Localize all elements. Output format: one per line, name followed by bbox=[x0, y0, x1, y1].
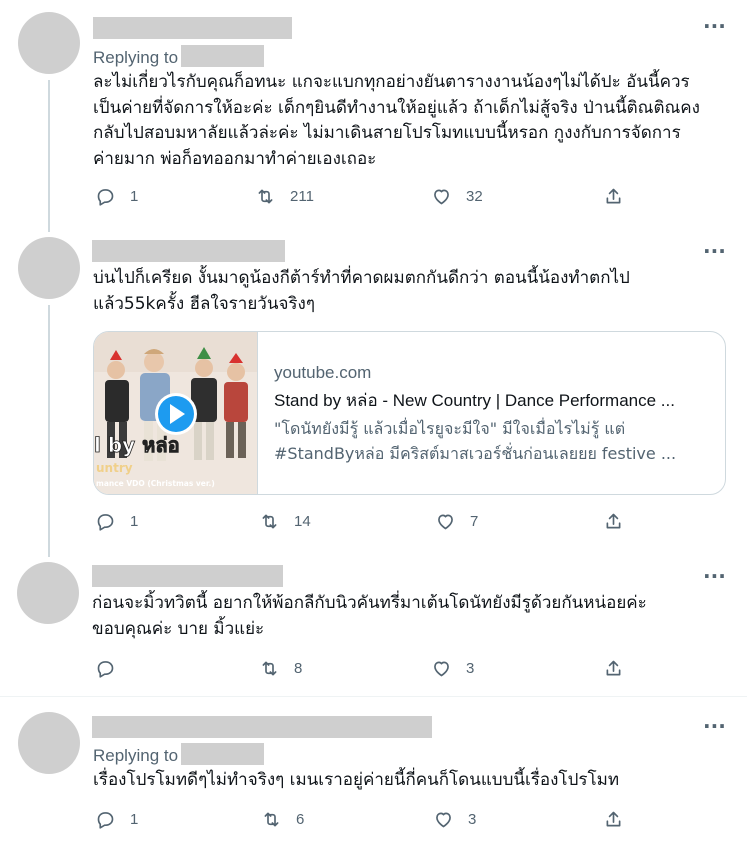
reply-count: 1 bbox=[130, 188, 139, 205]
tweet-text: เรื่องโปรโมทดีๆไม่ทำจริงๆ เมนเราอยู่ค่าย… bbox=[93, 768, 619, 794]
share-icon bbox=[606, 513, 621, 529]
replying-to-label: Replying to bbox=[93, 48, 179, 67]
share-icon bbox=[606, 188, 621, 204]
reply-button[interactable]: 1 bbox=[95, 809, 138, 830]
retweet-count: 211 bbox=[290, 188, 314, 205]
video-thumbnail[interactable]: l by หล่อ untry mance VDO (Christmas ver… bbox=[94, 332, 258, 494]
reply-icon bbox=[97, 189, 114, 206]
more-options-icon[interactable]: ··· bbox=[703, 16, 726, 36]
link-description: "โดนัทยังมีรู้ แล้วเมื่อไรยูจะมีใจ" มีใจ… bbox=[274, 416, 714, 466]
share-button[interactable] bbox=[603, 809, 624, 830]
tweet-text-line: เป็นค่ายที่จัดการให้อะค่ะ เด็กๆยินดีทำงา… bbox=[93, 97, 700, 118]
reply-button[interactable]: 1 bbox=[95, 186, 138, 207]
replying-to-handle-redacted[interactable] bbox=[181, 45, 265, 67]
retweet-button[interactable]: 8 bbox=[259, 658, 302, 679]
tweet-text-line: กลับไปสอบมหาลัยแล้วล่ะค่ะ ไม่มาเดินสายโป… bbox=[93, 123, 681, 143]
tweet-text-line: แล้ว55kครั้ง ฮีลใจรายวันจริงๆ bbox=[93, 293, 315, 314]
retweet-button[interactable]: 14 bbox=[259, 511, 311, 532]
avatar[interactable] bbox=[17, 562, 79, 624]
like-button[interactable]: 3 bbox=[431, 658, 474, 679]
share-button[interactable] bbox=[603, 658, 624, 679]
tweet-text-line: ค่ายมาก พ่อก็อทออกมาทำค่ายเองเถอะ bbox=[93, 148, 377, 169]
share-button[interactable] bbox=[603, 511, 624, 532]
more-options-icon[interactable]: ··· bbox=[703, 566, 726, 586]
like-button[interactable]: 32 bbox=[431, 186, 483, 207]
retweet-icon bbox=[264, 812, 279, 827]
retweet-icon bbox=[262, 514, 277, 529]
like-button[interactable]: 3 bbox=[433, 809, 476, 830]
heart-icon bbox=[434, 661, 449, 677]
link-description-line: #StandByหล่อ มีคริสต์มาสเวอร์ชั่นก่อนเลย… bbox=[274, 444, 677, 463]
retweet-count: 8 bbox=[294, 660, 303, 677]
tweet-text-line: บ่นไปก็เครียด งั้นมาดูน้องกีต้าร์ทำที่คา… bbox=[93, 268, 630, 288]
replying-to: Replying to bbox=[93, 45, 265, 68]
like-count: 3 bbox=[466, 660, 475, 677]
reply-button[interactable] bbox=[95, 658, 130, 679]
reply-icon bbox=[97, 661, 114, 678]
reply-icon bbox=[97, 812, 114, 829]
share-icon bbox=[606, 660, 621, 676]
tweet-text-line: ขอบคุณค่ะ บาย มิ้วแย่ะ bbox=[92, 618, 265, 639]
like-count: 32 bbox=[466, 188, 483, 205]
link-domain: youtube.com bbox=[274, 363, 372, 382]
thumbnail-caption-text: mance VDO (Christmas ver.) bbox=[96, 479, 215, 488]
reply-count: 1 bbox=[130, 811, 139, 828]
thumbnail-image: l by หล่อ untry mance VDO (Christmas ver… bbox=[94, 332, 257, 494]
tweet-divider bbox=[0, 696, 747, 697]
reply-icon bbox=[97, 514, 114, 531]
thread-line bbox=[48, 305, 50, 557]
tweet-text-line: เรื่องโปรโมทดีๆไม่ทำจริงๆ เมนเราอยู่ค่าย… bbox=[93, 770, 620, 790]
tweet-text: บ่นไปก็เครียด งั้นมาดูน้องกีต้าร์ทำที่คา… bbox=[93, 266, 630, 317]
thumbnail-subtitle-text: untry bbox=[96, 461, 133, 475]
replying-to-label: Replying to bbox=[93, 746, 179, 765]
tweet-text: ละไม่เกี่ยวไรกับคุณก็อทนะ แกจะแบกทุกอย่า… bbox=[93, 70, 700, 172]
avatar[interactable] bbox=[18, 237, 80, 299]
like-button[interactable]: 7 bbox=[435, 511, 478, 532]
retweet-icon bbox=[258, 189, 273, 204]
retweet-button[interactable]: 211 bbox=[255, 186, 314, 207]
share-icon bbox=[606, 811, 621, 827]
heart-icon bbox=[434, 189, 449, 205]
link-preview-card[interactable]: l by หล่อ untry mance VDO (Christmas ver… bbox=[93, 331, 726, 495]
tweet-text-line: ละไม่เกี่ยวไรกับคุณก็อทนะ แกจะแบกทุกอย่า… bbox=[93, 72, 690, 92]
tweet-text-line: ก่อนจะมิ้วทวิตนี้ อยากให้พ้อกลีกับนิวคัน… bbox=[92, 593, 647, 613]
retweet-icon bbox=[262, 661, 277, 676]
share-button[interactable] bbox=[603, 186, 624, 207]
retweet-count: 6 bbox=[296, 811, 305, 828]
avatar[interactable] bbox=[18, 12, 80, 74]
retweet-count: 14 bbox=[294, 513, 311, 530]
author-name-redacted[interactable] bbox=[93, 17, 292, 39]
author-name-redacted[interactable] bbox=[92, 240, 285, 262]
retweet-button[interactable]: 6 bbox=[261, 809, 304, 830]
replying-to-handle-redacted[interactable] bbox=[181, 743, 265, 765]
like-count: 7 bbox=[470, 513, 479, 530]
avatar[interactable] bbox=[18, 712, 80, 774]
heart-icon bbox=[438, 514, 453, 530]
more-options-icon[interactable]: ··· bbox=[703, 241, 726, 261]
author-name-redacted[interactable] bbox=[92, 565, 283, 587]
tweet-text: ก่อนจะมิ้วทวิตนี้ อยากให้พ้อกลีกับนิวคัน… bbox=[92, 591, 647, 642]
like-count: 3 bbox=[468, 811, 477, 828]
reply-count: 1 bbox=[130, 513, 139, 530]
thread-line bbox=[48, 80, 50, 232]
thumbnail-title-text: l by หล่อ bbox=[94, 433, 180, 457]
replying-to: Replying to bbox=[93, 743, 265, 766]
reply-button[interactable]: 1 bbox=[95, 511, 138, 532]
heart-icon bbox=[436, 812, 451, 828]
link-preview-info[interactable]: youtube.com Stand by หล่อ - New Country … bbox=[274, 362, 714, 466]
link-title: Stand by หล่อ - New Country | Dance Perf… bbox=[274, 391, 675, 410]
link-description-line: "โดนัทยังมีรู้ แล้วเมื่อไรยูจะมีใจ" มีใจ… bbox=[274, 419, 626, 438]
author-name-redacted[interactable] bbox=[92, 716, 432, 738]
more-options-icon[interactable]: ··· bbox=[703, 716, 726, 736]
